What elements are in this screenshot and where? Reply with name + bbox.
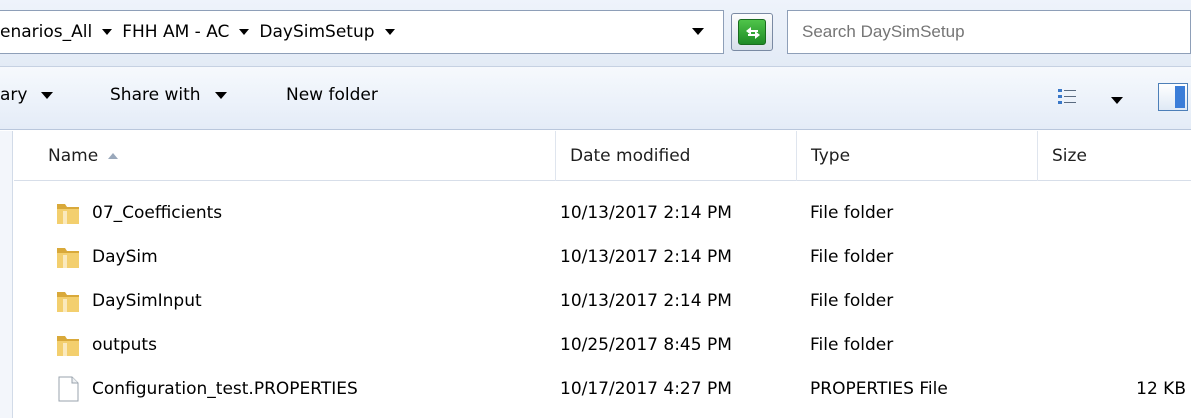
file-date: 10/13/2017 2:14 PM: [560, 203, 732, 223]
file-type: File folder: [810, 203, 894, 223]
column-header-size[interactable]: Size: [1038, 131, 1191, 181]
breadcrumb-daysimsetup[interactable]: DaySimSetup: [257, 22, 376, 42]
file-type: File folder: [810, 291, 894, 311]
file-row[interactable]: Configuration_test.PROPERTIES 10/17/2017…: [14, 369, 1191, 413]
chevron-down-icon: [214, 91, 227, 99]
file-name: DaySim: [92, 247, 158, 267]
file-row[interactable]: outputs 10/25/2017 8:45 PM File folder: [14, 325, 1191, 369]
file-row[interactable]: 07_Coefficients 10/13/2017 2:14 PM File …: [14, 193, 1191, 237]
chevron-down-icon[interactable]: [102, 29, 113, 35]
breadcrumb: enarios_All FHH AM - AC DaySimSetup: [0, 11, 403, 53]
breadcrumb-fhh-am-ac[interactable]: FHH AM - AC: [120, 22, 231, 42]
folder-icon: [57, 204, 79, 224]
refresh-button[interactable]: [731, 13, 773, 51]
document-icon: [58, 376, 79, 402]
file-list: 07_Coefficients 10/13/2017 2:14 PM File …: [14, 193, 1191, 413]
navigation-pane-edge: [0, 131, 13, 418]
file-size: 12 KB: [1136, 379, 1186, 399]
file-row[interactable]: DaySim 10/13/2017 2:14 PM File folder: [14, 237, 1191, 281]
file-date: 10/13/2017 2:14 PM: [560, 291, 732, 311]
address-history-dropdown-icon[interactable]: [692, 28, 704, 35]
file-name: 07_Coefficients: [92, 203, 223, 223]
breadcrumb-scenarios[interactable]: enarios_All: [0, 22, 94, 42]
column-header-date[interactable]: Date modified: [556, 131, 797, 181]
library-label: ary: [0, 85, 28, 105]
folder-icon: [57, 336, 79, 356]
views-dropdown-icon[interactable]: [1111, 97, 1123, 104]
address-row: enarios_All FHH AM - AC DaySimSetup: [0, 0, 1191, 66]
address-bar[interactable]: enarios_All FHH AM - AC DaySimSetup: [0, 10, 724, 54]
preview-pane-fill: [1175, 86, 1185, 108]
share-with-label: Share with: [110, 85, 201, 105]
search-input[interactable]: [787, 10, 1191, 54]
file-date: 10/17/2017 4:27 PM: [560, 379, 732, 399]
new-folder-button[interactable]: New folder: [286, 85, 378, 105]
file-name: Configuration_test.PROPERTIES: [92, 379, 358, 399]
toolbar: ary Share with New folder: [0, 66, 1191, 130]
chevron-down-icon: [41, 91, 54, 99]
views-icon[interactable]: [1057, 87, 1077, 107]
file-name: DaySimInput: [92, 291, 202, 311]
sort-ascending-icon: [108, 153, 119, 159]
column-header-type[interactable]: Type: [797, 131, 1038, 181]
chevron-down-icon[interactable]: [239, 29, 250, 35]
preview-pane-icon[interactable]: [1158, 83, 1188, 111]
file-type: PROPERTIES File: [810, 379, 948, 399]
file-name: outputs: [92, 335, 157, 355]
share-with-button[interactable]: Share with: [110, 85, 227, 105]
file-row[interactable]: DaySimInput 10/13/2017 2:14 PM File fold…: [14, 281, 1191, 325]
file-date: 10/13/2017 2:14 PM: [560, 247, 732, 267]
folder-icon: [57, 248, 79, 268]
file-type: File folder: [810, 247, 894, 267]
chevron-down-icon[interactable]: [384, 29, 395, 35]
include-in-library-button[interactable]: ary: [0, 85, 54, 105]
column-header-name-label: Name: [48, 146, 99, 166]
column-header-name[interactable]: Name: [14, 131, 556, 181]
file-type: File folder: [810, 335, 894, 355]
column-header-row: Name Date modified Type Size: [14, 131, 1191, 181]
file-date: 10/25/2017 8:45 PM: [560, 335, 732, 355]
refresh-icon: [738, 19, 766, 45]
folder-icon: [57, 292, 79, 312]
